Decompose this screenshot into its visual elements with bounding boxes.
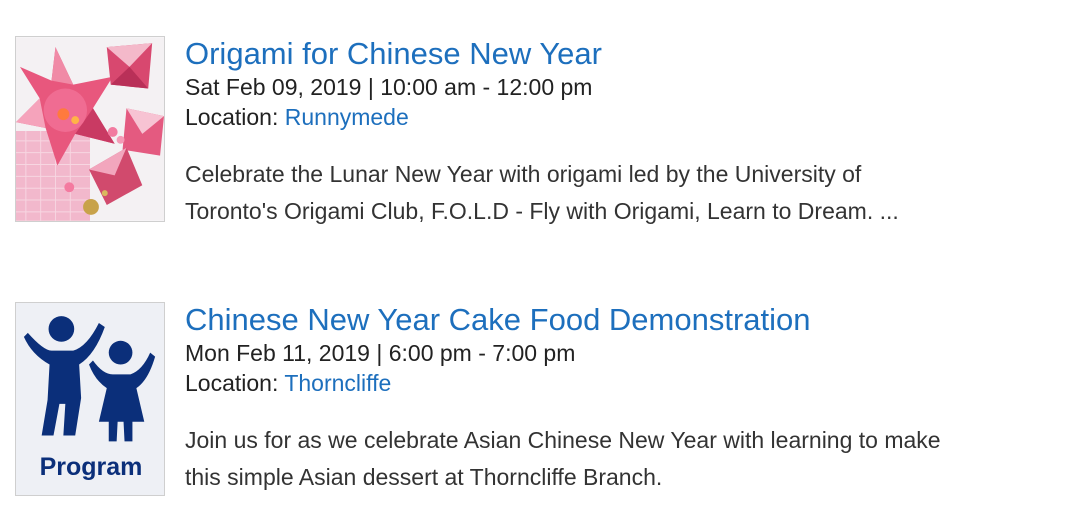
event-description-line: Toronto's Origami Club, F.O.L.D - Fly wi… — [185, 198, 899, 224]
event-datetime: Sat Feb 09, 2019 | 10:00 am - 12:00 pm — [185, 74, 593, 100]
event-thumbnail-program[interactable]: Program — [15, 302, 165, 496]
event-title-link[interactable]: Chinese New Year Cake Food Demonstration — [185, 302, 1065, 338]
event-description-line: Join us for as we celebrate Asian Chines… — [185, 427, 941, 453]
location-link[interactable]: Runnymede — [285, 104, 409, 130]
event-description: Celebrate the Lunar New Year with origam… — [185, 156, 1045, 230]
program-icon-label: Program — [39, 453, 143, 481]
location-link[interactable]: Thorncliffe — [284, 370, 391, 396]
event-datetime: Mon Feb 11, 2019 | 6:00 pm - 7:00 pm — [185, 340, 576, 366]
location-label: Location: — [185, 104, 279, 130]
event-location: Location: Runnymede — [185, 102, 1065, 132]
event-description: Join us for as we celebrate Asian Chines… — [185, 422, 1045, 496]
origami-photo-image — [16, 37, 164, 221]
event-title-link[interactable]: Origami for Chinese New Year — [185, 36, 1065, 72]
event-description-line: this simple Asian dessert at Thorncliffe… — [185, 464, 663, 490]
event-location: Location: Thorncliffe — [185, 368, 1065, 398]
event-thumbnail-origami[interactable] — [15, 36, 165, 222]
event-description-line: Celebrate the Lunar New Year with origam… — [185, 161, 862, 187]
location-label: Location: — [185, 370, 279, 396]
